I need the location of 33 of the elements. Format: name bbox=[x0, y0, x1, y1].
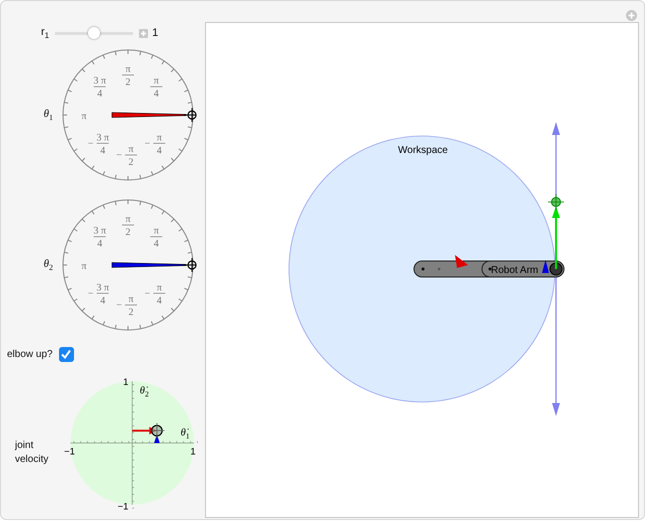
tick-label: −1 bbox=[64, 446, 75, 458]
locator-icon[interactable] bbox=[184, 258, 197, 272]
needle[interactable] bbox=[112, 262, 186, 268]
robot-arm[interactable] bbox=[414, 260, 564, 278]
slider-label: r$_{1}$ bbox=[41, 26, 50, 40]
arrowhead[interactable] bbox=[542, 260, 549, 273]
angle-label: π bbox=[81, 111, 87, 122]
tick-label: 1 bbox=[190, 446, 196, 458]
tick-label: −1 bbox=[117, 501, 128, 512]
needle[interactable] bbox=[112, 112, 186, 118]
slider-value: 1 bbox=[152, 27, 158, 39]
angle-label: π 2 bbox=[122, 64, 134, 88]
checkbox-label: elbow up? bbox=[7, 348, 53, 360]
angle-label: 3 π 4 bbox=[93, 226, 106, 250]
locator-icon[interactable] bbox=[148, 422, 164, 439]
locator-icon[interactable] bbox=[184, 108, 197, 122]
dial-label: θ$_{1}$ bbox=[42, 108, 53, 122]
slider-thumb[interactable] bbox=[88, 27, 100, 39]
velocity-arrow[interactable] bbox=[552, 206, 560, 269]
dial-label: θ$_{2}$ bbox=[42, 258, 53, 272]
tick-label: 1 bbox=[122, 377, 128, 388]
angle-label: 3 π 4 bbox=[93, 76, 106, 100]
angle-label: π 4 bbox=[150, 226, 163, 250]
workspace-label: Workspace bbox=[398, 145, 448, 156]
elbow-checkbox[interactable] bbox=[58, 346, 74, 362]
axis-label: θ̇$_{1}$ bbox=[180, 427, 190, 440]
arm-label: Robot Arm bbox=[491, 265, 538, 276]
velocity-label: joint velocity bbox=[14, 439, 50, 467]
angle-label: π 4 bbox=[150, 76, 163, 100]
axis-label: θ̇$_{2}$ bbox=[139, 386, 148, 398]
angle-label: π bbox=[81, 261, 87, 272]
angle-label: π 2 bbox=[122, 214, 134, 238]
arrowhead[interactable] bbox=[455, 255, 468, 268]
